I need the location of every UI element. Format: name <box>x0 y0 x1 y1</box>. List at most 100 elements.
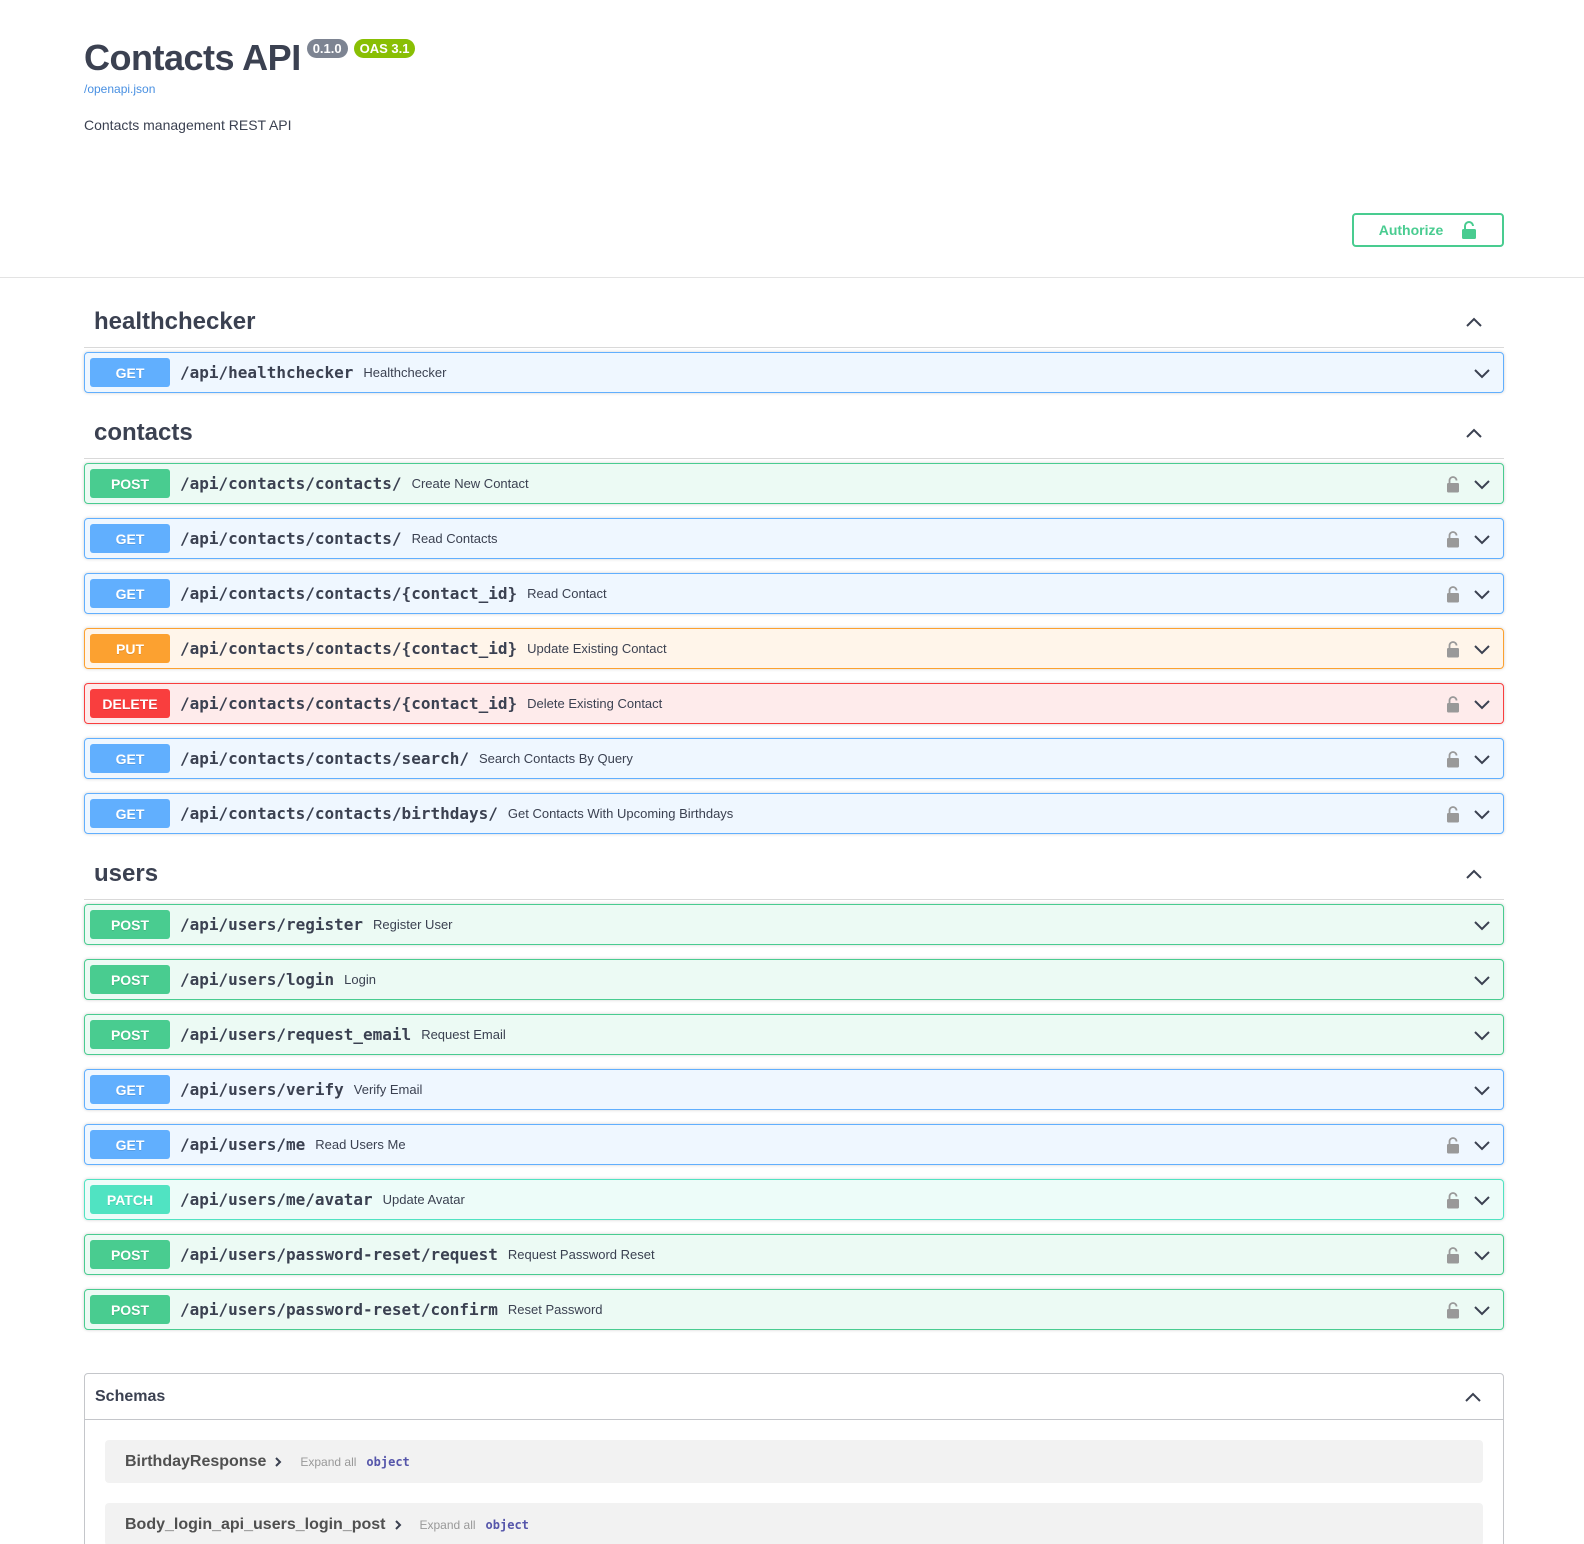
chevron-down-icon[interactable] <box>1472 1025 1492 1045</box>
operation-path: /api/users/request_email <box>180 1025 412 1044</box>
operation-summary: Update Avatar <box>382 1192 465 1207</box>
operation-get[interactable]: GET/api/contacts/contacts/{contact_id} Re… <box>84 573 1504 614</box>
operation-get[interactable]: GET/api/users/verify Verify Email <box>84 1069 1504 1110</box>
operation-get[interactable]: GET/api/users/me Read Users Me <box>84 1124 1504 1165</box>
lock-icon[interactable] <box>1446 1301 1460 1319</box>
schemas-header[interactable]: Schemas <box>85 1374 1503 1420</box>
operation-delete[interactable]: DELETE/api/contacts/contacts/{contact_id… <box>84 683 1504 724</box>
chevron-down-icon[interactable] <box>1472 639 1492 659</box>
operations-container: healthchecker GET/api/healthchecker Health… <box>84 296 1504 1344</box>
chevron-down-icon[interactable] <box>1472 915 1492 935</box>
tag-header-healthchecker[interactable]: healthchecker <box>84 296 1504 348</box>
schema-model-body-login[interactable]: Body_login_api_users_login_post Expand a… <box>105 1503 1483 1544</box>
model-type: object <box>485 1517 529 1532</box>
operation-post[interactable]: POST/api/users/register Register User <box>84 904 1504 945</box>
expand-all-button[interactable]: Expand all <box>300 1455 356 1469</box>
chevron-up-icon[interactable] <box>1464 423 1484 443</box>
operation-get[interactable]: GET/api/contacts/contacts/Read Contacts <box>84 518 1504 559</box>
method-badge: GET <box>90 744 170 773</box>
operation-path: /api/healthchecker <box>180 363 354 382</box>
operation-path: /api/contacts/contacts/{contact_id} <box>180 694 518 713</box>
lock-icon[interactable] <box>1446 475 1460 493</box>
model-name: Body_login_api_users_login_post <box>125 1515 386 1533</box>
operation-put[interactable]: PUT/api/contacts/contacts/{contact_id} Up… <box>84 628 1504 669</box>
lock-icon[interactable] <box>1446 695 1460 713</box>
operation-summary: Delete Existing Contact <box>527 696 663 711</box>
operation-post[interactable]: POST/api/users/password-reset/confirm Res… <box>84 1289 1504 1330</box>
operation-summary: Search Contacts By Query <box>478 751 633 766</box>
operation-summary: Request Password Reset <box>507 1247 655 1262</box>
operation-post[interactable]: POST/api/users/request_email Request Emai… <box>84 1014 1504 1055</box>
chevron-down-icon[interactable] <box>1472 694 1492 714</box>
operation-post[interactable]: POST/api/users/login Login <box>84 959 1504 1000</box>
lock-icon[interactable] <box>1446 805 1460 823</box>
method-badge: GET <box>90 579 170 608</box>
chevron-down-icon[interactable] <box>1472 749 1492 769</box>
model-name: BirthdayResponse <box>125 1452 267 1470</box>
openapi-json-link[interactable]: /openapi.json <box>84 82 1504 96</box>
operation-get[interactable]: GET/api/contacts/contacts/search/Search … <box>84 738 1504 779</box>
lock-icon[interactable] <box>1446 530 1460 548</box>
operation-get[interactable]: GET/api/healthchecker Healthchecker <box>84 352 1504 393</box>
tag-header-contacts[interactable]: contacts <box>84 407 1504 459</box>
operation-summary: Get Contacts With Upcoming Birthdays <box>507 806 734 821</box>
lock-icon[interactable] <box>1446 750 1460 768</box>
tag-header-users[interactable]: users <box>84 848 1504 900</box>
method-badge: GET <box>90 1130 170 1159</box>
operation-summary: Login <box>344 972 376 987</box>
api-description: Contacts management REST API <box>84 117 292 133</box>
tag-name: healthchecker <box>94 307 256 335</box>
chevron-down-icon[interactable] <box>1472 584 1492 604</box>
method-badge: POST <box>90 965 170 994</box>
operation-path: /api/contacts/contacts/search/ <box>180 749 469 768</box>
operation-path: /api/contacts/contacts/ <box>180 474 402 493</box>
operation-summary: Read Contact <box>527 586 607 601</box>
operation-path: /api/users/me/avatar <box>180 1190 373 1209</box>
unlocked-icon <box>1462 221 1477 239</box>
method-badge: GET <box>90 358 170 387</box>
lock-icon[interactable] <box>1446 1136 1460 1154</box>
operation-path: /api/users/verify <box>180 1080 344 1099</box>
chevron-down-icon[interactable] <box>1472 363 1492 383</box>
method-badge: GET <box>90 799 170 828</box>
operation-post[interactable]: POST/api/users/password-reset/request Req… <box>84 1234 1504 1275</box>
operation-summary: Update Existing Contact <box>527 641 667 656</box>
operation-get[interactable]: GET/api/contacts/contacts/birthdays/Get … <box>84 793 1504 834</box>
chevron-down-icon[interactable] <box>1472 1135 1492 1155</box>
chevron-down-icon[interactable] <box>1472 1080 1492 1100</box>
operation-summary: Read Users Me <box>315 1137 406 1152</box>
operation-post[interactable]: POST/api/contacts/contacts/Create New Co… <box>84 463 1504 504</box>
model-type: object <box>366 1454 410 1469</box>
operation-path: /api/users/password-reset/confirm <box>180 1300 498 1319</box>
tag-name: contacts <box>94 418 193 446</box>
method-badge: PATCH <box>90 1185 170 1214</box>
expand-all-button[interactable]: Expand all <box>420 1518 476 1532</box>
authorize-button[interactable]: Authorize <box>1352 213 1504 247</box>
schemas-title: Schemas <box>95 1387 166 1405</box>
chevron-down-icon[interactable] <box>1472 804 1492 824</box>
chevron-up-icon[interactable] <box>1463 1387 1483 1407</box>
chevron-down-icon[interactable] <box>1472 1190 1492 1210</box>
chevron-up-icon[interactable] <box>1464 312 1484 332</box>
chevron-down-icon[interactable] <box>1472 1245 1492 1265</box>
operation-summary: Request Email <box>421 1027 506 1042</box>
method-badge: POST <box>90 469 170 498</box>
chevron-up-icon[interactable] <box>1464 864 1484 884</box>
version-badge: 0.1.0 <box>306 39 348 58</box>
lock-icon[interactable] <box>1446 1246 1460 1264</box>
chevron-down-icon[interactable] <box>1472 1300 1492 1320</box>
method-badge: GET <box>90 1075 170 1104</box>
operation-path: /api/contacts/contacts/{contact_id} <box>180 639 518 658</box>
operation-path: /api/users/password-reset/request <box>180 1245 498 1264</box>
lock-icon[interactable] <box>1446 640 1460 658</box>
schema-model-birthdayresponse[interactable]: BirthdayResponse Expand all object <box>105 1440 1483 1483</box>
title-row: Contacts API 0.1.0 OAS 3.1 <box>84 36 1504 80</box>
operation-path: /api/contacts/contacts/{contact_id} <box>180 584 518 603</box>
chevron-down-icon[interactable] <box>1472 474 1492 494</box>
chevron-down-icon[interactable] <box>1472 529 1492 549</box>
lock-icon[interactable] <box>1446 1191 1460 1209</box>
lock-icon[interactable] <box>1446 585 1460 603</box>
operation-patch[interactable]: PATCH/api/users/me/avatar Update Avatar <box>84 1179 1504 1220</box>
chevron-down-icon[interactable] <box>1472 970 1492 990</box>
oas-badge: OAS 3.1 <box>353 39 416 58</box>
